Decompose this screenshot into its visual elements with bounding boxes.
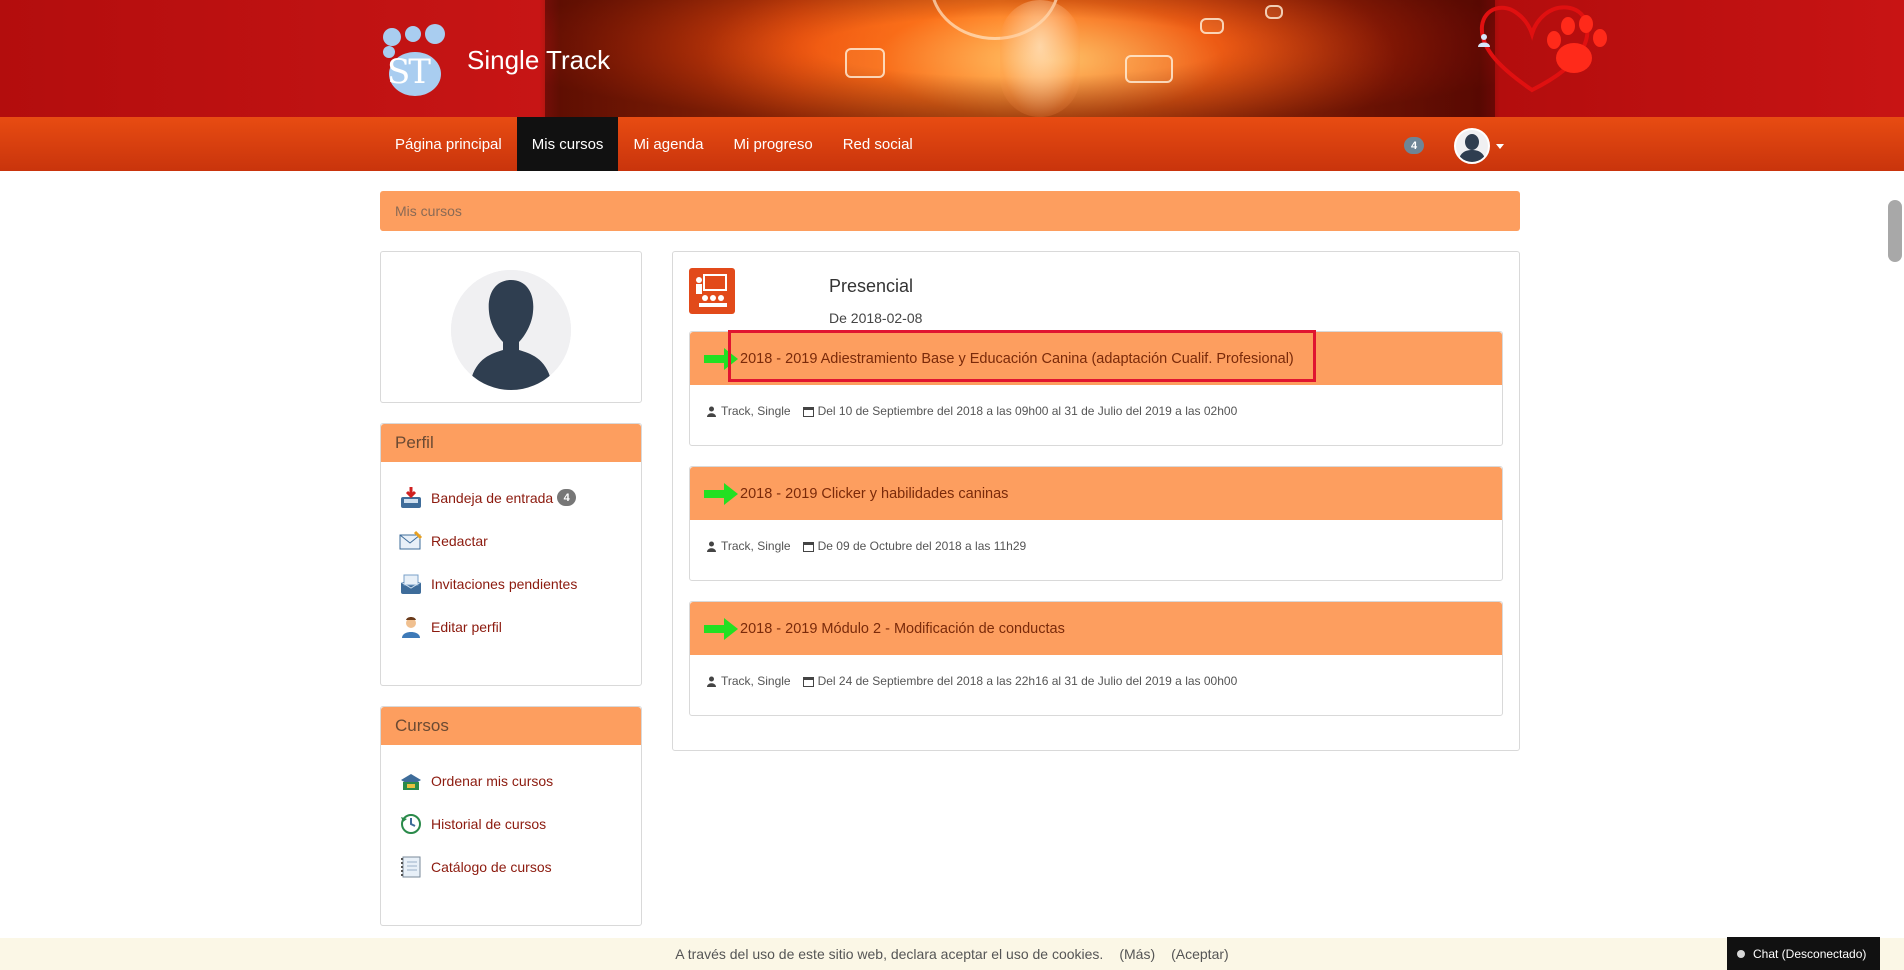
cookie-more-link[interactable]: (Más) [1119, 946, 1155, 962]
cookie-notice-text: A través del uso de este sitio web, decl… [675, 946, 1104, 962]
course-title-link[interactable]: 2018 - 2019 Módulo 2 - Modificación de c… [740, 621, 1065, 637]
compose-icon [399, 530, 423, 552]
courses-panel: Cursos Ordenar mis cursos Historial de c… [380, 706, 642, 926]
nav-menu: Página principal Mis cursos Mi agenda Mi… [380, 117, 928, 171]
logo-mark-icon: ST [383, 24, 463, 96]
site-name: Single Track [467, 44, 611, 75]
user-icon [707, 406, 716, 417]
nav-item-my-courses[interactable]: Mis cursos [516, 117, 619, 171]
notification-badge[interactable]: 4 [1404, 137, 1424, 154]
course-meta: Track, Single De 09 de Octubre del 2018 … [706, 539, 1026, 553]
course-teacher: Track, Single [721, 404, 791, 418]
course-title-link[interactable]: 2018 - 2019 Adiestramiento Base y Educac… [740, 351, 1294, 367]
profile-avatar[interactable] [451, 270, 571, 390]
profile-avatar-panel [380, 251, 642, 403]
user-icon [707, 541, 716, 552]
chat-status-icon [1737, 949, 1745, 958]
arrow-right-icon [704, 617, 738, 640]
menu-item-course-catalog[interactable]: Catálogo de cursos [399, 845, 641, 888]
inbox-icon [399, 486, 423, 509]
inbox-count-badge: 4 [557, 489, 577, 506]
tablet-icon [1125, 55, 1173, 83]
course-title-link[interactable]: 2018 - 2019 Clicker y habilidades canina… [740, 486, 1008, 502]
chat-label: Chat (Desconectado) [1753, 946, 1867, 961]
breadcrumb: Mis cursos [380, 191, 1520, 231]
chat-toggle[interactable]: Chat (Desconectado) [1727, 937, 1880, 970]
chevron-down-icon[interactable] [1496, 144, 1504, 149]
arrow-right-icon [704, 347, 738, 370]
classroom-icon [689, 268, 735, 314]
user-icon [707, 676, 716, 687]
menu-item-label: Historial de cursos [431, 815, 547, 832]
history-icon [399, 813, 423, 835]
my-courses-panel: Presencial De 2018-02-08 2018 - 2019 Adi… [672, 251, 1520, 751]
arrow-right-icon [704, 482, 738, 505]
profile-menu: Bandeja de entrada 4 Redactar Invitacion… [381, 462, 641, 648]
course-teacher: Track, Single [721, 674, 791, 688]
nav-item-agenda[interactable]: Mi agenda [618, 117, 718, 171]
calendar-icon [802, 406, 814, 417]
course-header: 2018 - 2019 Clicker y habilidades canina… [690, 467, 1502, 520]
media-player-icon [845, 48, 885, 78]
menu-item-label: Redactar [431, 532, 488, 549]
banner-user-icon[interactable] [1478, 33, 1490, 47]
catalog-icon [399, 856, 423, 878]
menu-item-sort-courses[interactable]: Ordenar mis cursos [399, 759, 641, 802]
menu-item-label: Catálogo de cursos [431, 858, 552, 875]
user-avatar[interactable] [1454, 128, 1490, 164]
logo-initials: ST [387, 52, 431, 92]
user-silhouette-icon [1456, 130, 1488, 162]
category-date: De 2018-02-08 [829, 310, 923, 326]
course-card: 2018 - 2019 Módulo 2 - Modificación de c… [689, 601, 1503, 716]
heart-paw-icon [1479, 5, 1607, 93]
menu-item-label: Editar perfil [431, 618, 502, 635]
course-teacher: Track, Single [721, 539, 791, 553]
course-dates: Del 24 de Septiembre del 2018 a las 22h1… [817, 674, 1238, 688]
menu-item-label: Ordenar mis cursos [431, 772, 554, 789]
calendar-icon [802, 541, 814, 552]
cookie-bar: A través del uso de este sitio web, decl… [0, 938, 1904, 970]
menu-item-label: Invitaciones pendientes [431, 575, 578, 592]
invitations-icon [399, 573, 423, 595]
courses-menu: Ordenar mis cursos Historial de cursos C… [381, 745, 641, 888]
header-banner: ST Single Track [0, 0, 1904, 117]
course-meta: Track, Single Del 10 de Septiembre del 2… [706, 404, 1237, 418]
site-logo[interactable]: ST Single Track [383, 24, 643, 96]
finger-graphic [1000, 0, 1080, 117]
menu-item-compose[interactable]: Redactar [399, 519, 641, 562]
main-navbar: Página principal Mis cursos Mi agenda Mi… [0, 117, 1904, 171]
menu-item-course-history[interactable]: Historial de cursos [399, 802, 641, 845]
menu-item-edit-profile[interactable]: Editar perfil [399, 605, 641, 648]
menu-item-invitations[interactable]: Invitaciones pendientes [399, 562, 641, 605]
menu-item-label: Bandeja de entrada [431, 489, 554, 506]
nav-item-progress[interactable]: Mi progreso [719, 117, 828, 171]
page-scrollbar[interactable] [1888, 200, 1902, 262]
course-header: 2018 - 2019 Módulo 2 - Modificación de c… [690, 602, 1502, 655]
nav-item-social[interactable]: Red social [828, 117, 928, 171]
cookie-accept-link[interactable]: (Aceptar) [1171, 946, 1229, 962]
edit-profile-icon [399, 616, 423, 638]
profile-silhouette-icon [451, 270, 571, 390]
course-card: 2018 - 2019 Adiestramiento Base y Educac… [689, 331, 1503, 446]
profile-panel: Perfil Bandeja de entrada 4 Redactar Inv… [380, 423, 642, 686]
course-meta: Track, Single Del 24 de Septiembre del 2… [706, 674, 1237, 688]
sort-courses-icon [399, 770, 423, 792]
category-title: Presencial [829, 276, 914, 296]
course-card: 2018 - 2019 Clicker y habilidades canina… [689, 466, 1503, 581]
profile-panel-title: Perfil [381, 424, 641, 462]
menu-item-inbox[interactable]: Bandeja de entrada 4 [399, 476, 641, 519]
course-header: 2018 - 2019 Adiestramiento Base y Educac… [690, 332, 1502, 385]
camera-icon [1200, 18, 1224, 34]
nav-item-home[interactable]: Página principal [380, 117, 517, 171]
lock-icon [1265, 5, 1283, 19]
calendar-icon [802, 676, 814, 687]
course-dates: Del 10 de Septiembre del 2018 a las 09h0… [817, 404, 1238, 418]
course-dates: De 09 de Octubre del 2018 a las 11h29 [817, 539, 1027, 553]
courses-panel-title: Cursos [381, 707, 641, 745]
